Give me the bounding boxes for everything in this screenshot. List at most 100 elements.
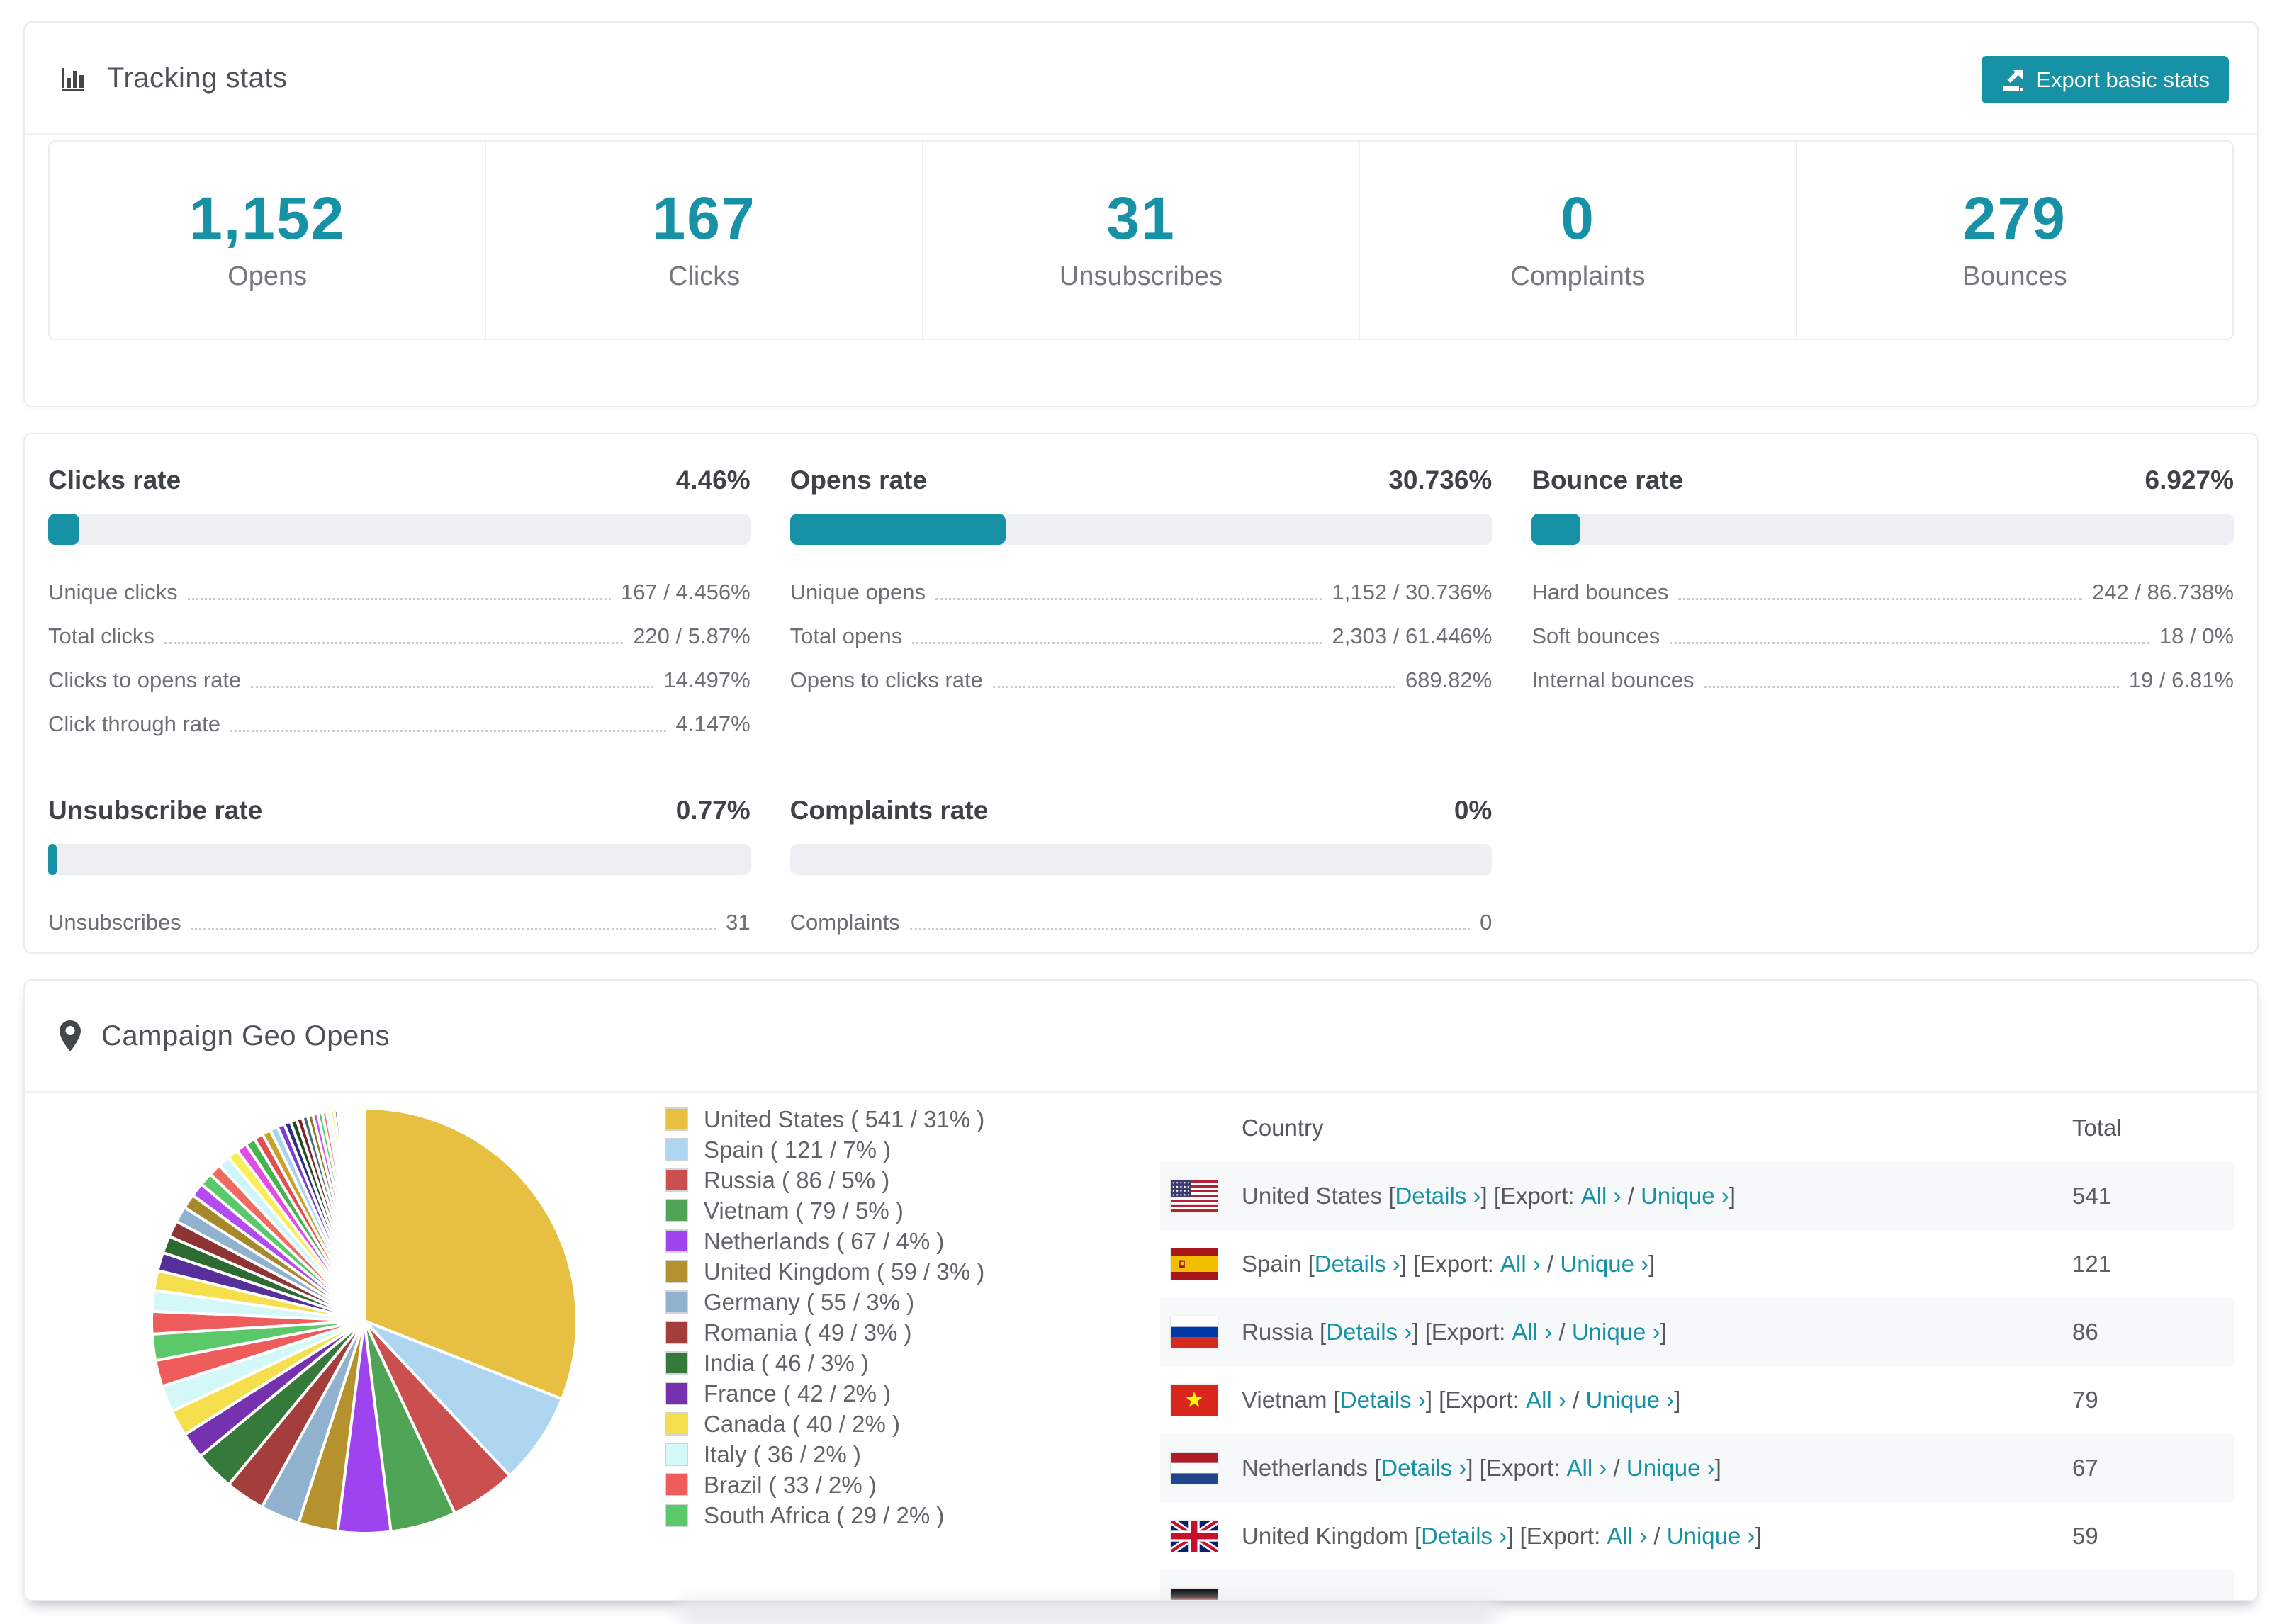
legend-item: France ( 42 / 2% ): [665, 1378, 984, 1409]
table-row: United States [Details ›] [Export: All ›…: [1160, 1162, 2234, 1230]
legend-label: Romania ( 49 / 3% ): [704, 1319, 912, 1346]
details-link[interactable]: Details ›: [1315, 1251, 1400, 1278]
rate-block: Clicks rate 4.46% Unique clicks 167 / 4.…: [48, 466, 751, 746]
legend-swatch: [665, 1168, 688, 1192]
bracket-text: ]: [1755, 1523, 1762, 1549]
slash-text: /: [1621, 1183, 1641, 1209]
details-link[interactable]: Details ›: [1326, 1319, 1412, 1346]
total-cell: 59: [2072, 1523, 2098, 1549]
country-cell: Netherlands [Details ›] [Export: All › /…: [1242, 1455, 2072, 1482]
export-unique-link[interactable]: Unique ›: [1626, 1455, 1715, 1482]
dotted-leader: [912, 642, 1322, 644]
dotted-leader: [251, 686, 654, 688]
legend-label: India ( 46 / 3% ): [704, 1349, 869, 1376]
bracket-text: ]: [1648, 1251, 1656, 1277]
stat-label: Clicks: [668, 261, 741, 291]
legend-label: United States ( 541 / 31% ): [704, 1105, 985, 1132]
export-unique-link[interactable]: Unique ›: [1641, 1183, 1729, 1209]
country-flag-icon: [1171, 1316, 1218, 1348]
bracket-text: ]: [1729, 1183, 1736, 1209]
summary-stat-box: 279 Bounces: [1795, 140, 2235, 340]
table-row: Netherlands [Details ›] [Export: All › /…: [1160, 1434, 2234, 1502]
export-unique-link[interactable]: Unique ›: [1572, 1319, 1660, 1346]
legend-label: Russia ( 86 / 5% ): [704, 1166, 890, 1193]
bracket-text: [: [1388, 1183, 1395, 1209]
rate-row-value: 19 / 6.81%: [2128, 667, 2234, 692]
legend-item: Spain ( 121 / 7% ): [665, 1134, 984, 1165]
rate-detail-row: Total opens 2,303 / 61.446%: [790, 614, 1493, 658]
export-prefix-text: ] [Export:: [1507, 1523, 1607, 1549]
rate-progress-track: [1531, 514, 2234, 545]
rate-title: Clicks rate: [48, 466, 181, 495]
rate-row-label: Soft bounces: [1531, 624, 1660, 648]
export-all-link[interactable]: All ›: [1567, 1455, 1607, 1482]
rate-block: Opens rate 30.736% Unique opens 1,152 / …: [789, 466, 1493, 746]
legend-item: Canada ( 40 / 2% ): [665, 1409, 984, 1439]
export-all-link[interactable]: All ›: [1526, 1387, 1566, 1414]
export-all-link[interactable]: All ›: [1500, 1251, 1541, 1278]
rate-row-label: Unique clicks: [48, 580, 178, 604]
dotted-leader: [909, 928, 1471, 930]
rate-progress-track: [48, 844, 751, 875]
legend-swatch: [665, 1229, 688, 1253]
dotted-leader: [164, 642, 624, 644]
rate-detail-row: Internal bounces 19 / 6.81%: [1531, 658, 2234, 702]
export-all-link[interactable]: All ›: [1607, 1523, 1647, 1550]
details-link[interactable]: Details ›: [1395, 1183, 1480, 1209]
bracket-text: [: [1308, 1251, 1315, 1277]
export-unique-link[interactable]: Unique ›: [1560, 1251, 1648, 1278]
dotted-leader: [230, 730, 666, 732]
legend-label: Italy ( 36 / 2% ): [704, 1440, 861, 1467]
details-link[interactable]: Details ›: [1381, 1455, 1466, 1482]
rate-value: 4.46%: [675, 466, 751, 495]
dotted-leader: [187, 598, 611, 600]
rate-row-label: Opens to clicks rate: [789, 667, 983, 692]
rate-detail-row: Unique opens 1,152 / 30.736%: [790, 570, 1493, 614]
rate-row-value: 0: [1480, 910, 1493, 935]
total-cell: 79: [2072, 1387, 2098, 1413]
table-row: Vietnam [Details ›] [Export: All › / Uni…: [1160, 1366, 2234, 1434]
rate-detail-row: Unique clicks 167 / 4.456%: [48, 570, 751, 614]
export-all-link[interactable]: All ›: [1512, 1319, 1552, 1346]
rate-row-label: Unique opens: [789, 580, 926, 604]
export-all-link[interactable]: All ›: [1581, 1183, 1621, 1209]
tracking-stats-header: Tracking stats Export basic stats: [25, 23, 2257, 135]
rate-progress-track: [48, 514, 751, 545]
export-unique-link[interactable]: Unique ›: [1585, 1387, 1674, 1414]
bracket-text: [: [1414, 1523, 1422, 1549]
bracket-text: [: [1333, 1387, 1340, 1413]
country-name: Vietnam: [1242, 1387, 1334, 1413]
country-cell: United Kingdom [Details ›] [Export: All …: [1242, 1523, 2072, 1550]
legend-swatch: [665, 1321, 688, 1344]
rate-row-value: 242 / 86.738%: [2092, 580, 2234, 604]
legend-label: Netherlands ( 67 / 4% ): [704, 1227, 945, 1254]
legend-label: Brazil ( 33 / 2% ): [704, 1471, 877, 1498]
rate-detail-row: Hard bounces 242 / 86.738%: [1531, 570, 2234, 614]
geo-pie-chart: [137, 1094, 591, 1547]
page-bottom-shadow: [680, 1600, 1495, 1624]
rate-progress-track: [789, 514, 1493, 545]
legend-swatch: [665, 1443, 688, 1466]
stat-label: Complaints: [1510, 261, 1646, 291]
export-basic-stats-button[interactable]: Export basic stats: [1982, 56, 2229, 103]
legend-label: Canada ( 40 / 2% ): [704, 1410, 900, 1437]
export-unique-link[interactable]: Unique ›: [1667, 1523, 1755, 1550]
rate-row-value: 167 / 4.456%: [620, 580, 751, 604]
total-cell: 121: [2072, 1251, 2112, 1277]
country-flag-icon: [1171, 1521, 1218, 1552]
bracket-text: ]: [1714, 1455, 1721, 1481]
rates-card: Clicks rate 4.46% Unique clicks 167 / 4.…: [23, 433, 2259, 954]
rate-detail-row: Soft bounces 18 / 0%: [1531, 614, 2234, 658]
summary-stats-row: 1,152 Opens 167 Clicks 31 Unsubscribes 0…: [48, 140, 2235, 340]
legend-swatch: [665, 1260, 688, 1283]
details-link[interactable]: Details ›: [1421, 1523, 1507, 1550]
rate-title: Unsubscribe rate: [48, 796, 263, 825]
slash-text: /: [1540, 1251, 1561, 1277]
legend-swatch: [665, 1138, 688, 1161]
page-title: Tracking stats: [107, 62, 288, 94]
details-link[interactable]: Details ›: [1340, 1387, 1426, 1414]
legend-label: France ( 42 / 2% ): [704, 1380, 892, 1406]
dotted-leader: [1670, 642, 2149, 644]
rate-progress-fill: [789, 514, 1006, 545]
geo-title: Campaign Geo Opens: [101, 1020, 390, 1051]
